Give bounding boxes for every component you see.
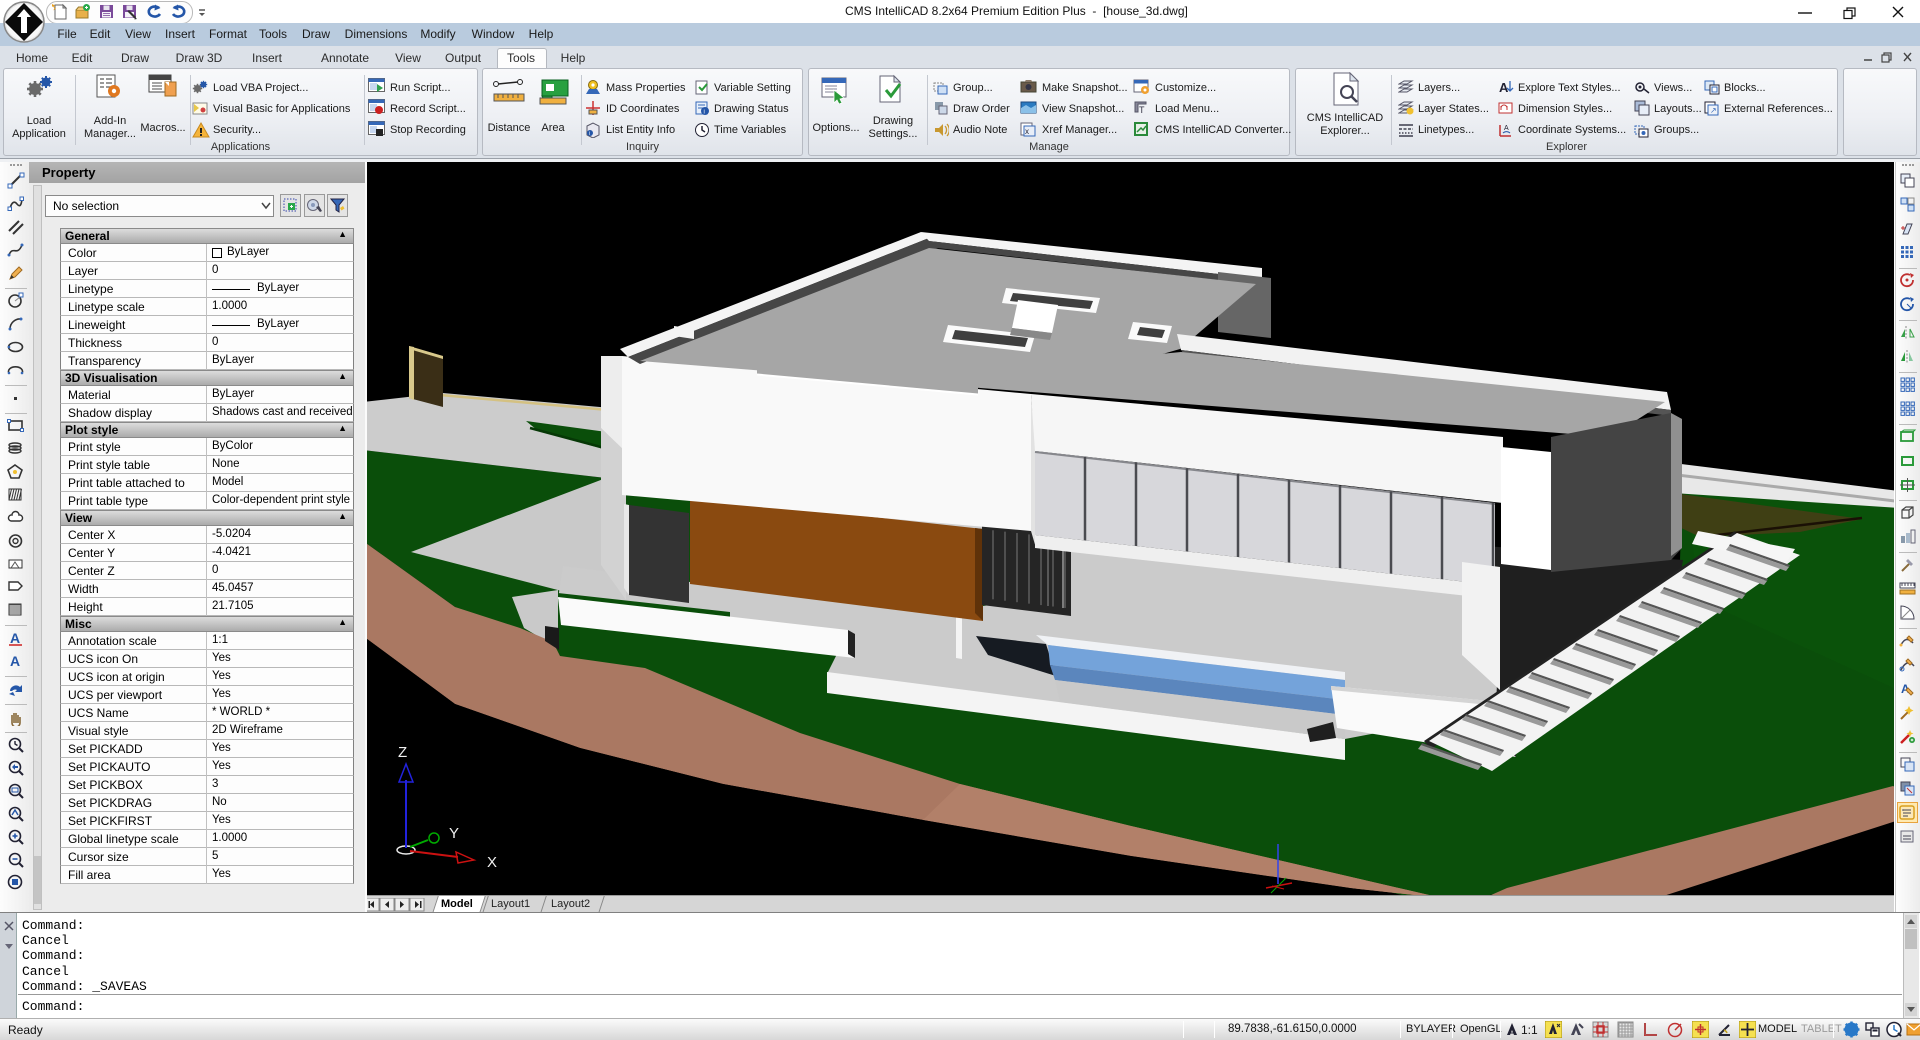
svg-text:T: T xyxy=(1139,105,1145,115)
svg-text:Z: Z xyxy=(398,744,407,761)
svg-text:↗: ↗ xyxy=(1710,106,1717,115)
svg-text:A: A xyxy=(1499,80,1509,95)
svg-text:X: X xyxy=(487,854,497,871)
svg-text:i: i xyxy=(589,131,590,137)
svg-text:x: x xyxy=(1025,127,1029,136)
svg-text:A: A xyxy=(10,653,20,669)
svg-text:A: A xyxy=(1504,125,1509,132)
svg-text:A: A xyxy=(10,630,20,646)
svg-text:Y: Y xyxy=(449,825,459,842)
svg-text:i: i xyxy=(704,110,705,116)
